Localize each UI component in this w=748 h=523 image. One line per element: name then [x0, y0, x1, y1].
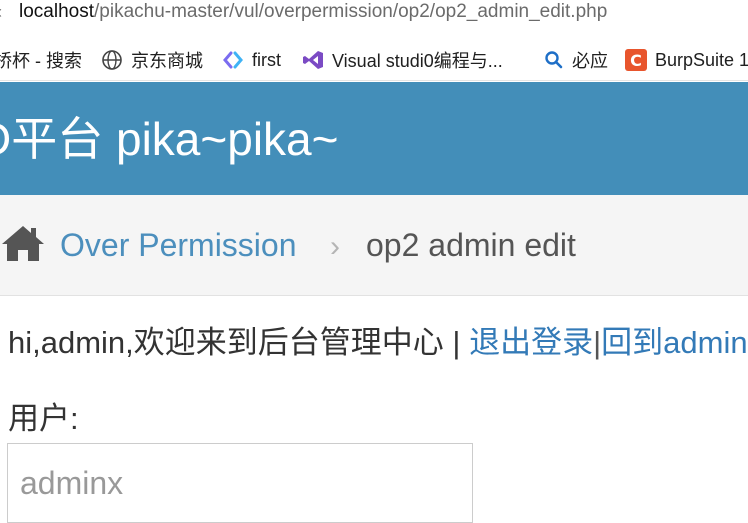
site-title[interactable]: D平台 pika~pika~ — [0, 112, 339, 166]
logout-link[interactable]: 退出登录 — [469, 325, 593, 360]
url-text[interactable]: localhost/pikachu-master/vul/overpermiss… — [19, 0, 607, 24]
bookmark-item-visual-studio[interactable]: Visual studi0编程与... — [302, 40, 503, 80]
csdn-c-icon: C — [625, 49, 647, 71]
username-input[interactable] — [7, 443, 473, 523]
bookmark-label: 京东商城 — [131, 51, 203, 71]
breadcrumb-separator: › — [330, 230, 340, 263]
address-bar[interactable]: ‹ localhost/pikachu-master/vul/overpermi… — [0, 0, 748, 34]
back-to-admin-link[interactable]: 回到admin — [601, 325, 747, 360]
bookmark-item-search[interactable]: 桥杯 - 搜索 — [0, 40, 82, 80]
breadcrumb-link-over-permission[interactable]: Over Permission — [60, 225, 297, 265]
bookmarks-bar: 桥杯 - 搜索 京东商城 first Visual studi0编程与... 必… — [0, 40, 748, 81]
bookmark-item-bing[interactable]: 必应 — [544, 40, 608, 80]
breadcrumb: Over Permission › op2 admin edit — [0, 195, 748, 296]
bookmark-item-burpsuite[interactable]: C BurpSuite 1 — [625, 40, 748, 80]
bookmark-item-first[interactable]: first — [222, 40, 281, 80]
welcome-text: hi,admin,欢迎来到后台管理中心 | — [8, 325, 470, 360]
home-icon[interactable] — [0, 223, 46, 268]
visual-studio-icon — [302, 49, 324, 71]
bookmark-label: 必应 — [572, 51, 608, 71]
site-header: D平台 pika~pika~ — [0, 82, 748, 195]
search-icon — [544, 50, 564, 70]
globe-icon — [101, 49, 123, 71]
user-label: 用户: — [8, 401, 79, 436]
url-path: /pikachu-master/vul/overpermission/op2/o… — [94, 1, 608, 22]
bookmark-label: BurpSuite 1 — [655, 49, 748, 70]
arrow-icon: ‹ — [0, 2, 2, 23]
chevron-logo-icon — [222, 50, 244, 70]
url-host: localhost — [19, 1, 94, 22]
svg-text:C: C — [630, 51, 642, 70]
bookmark-label: Visual studi0编程与... — [332, 51, 503, 71]
link-separator: | — [593, 325, 602, 360]
bookmark-label: 桥杯 - 搜索 — [0, 51, 82, 71]
breadcrumb-current: op2 admin edit — [366, 227, 576, 263]
bookmark-item-jd[interactable]: 京东商城 — [101, 40, 203, 80]
bookmark-label: first — [252, 49, 281, 70]
welcome-line: hi,admin,欢迎来到后台管理中心 | 退出登录|回到admin — [8, 322, 748, 364]
